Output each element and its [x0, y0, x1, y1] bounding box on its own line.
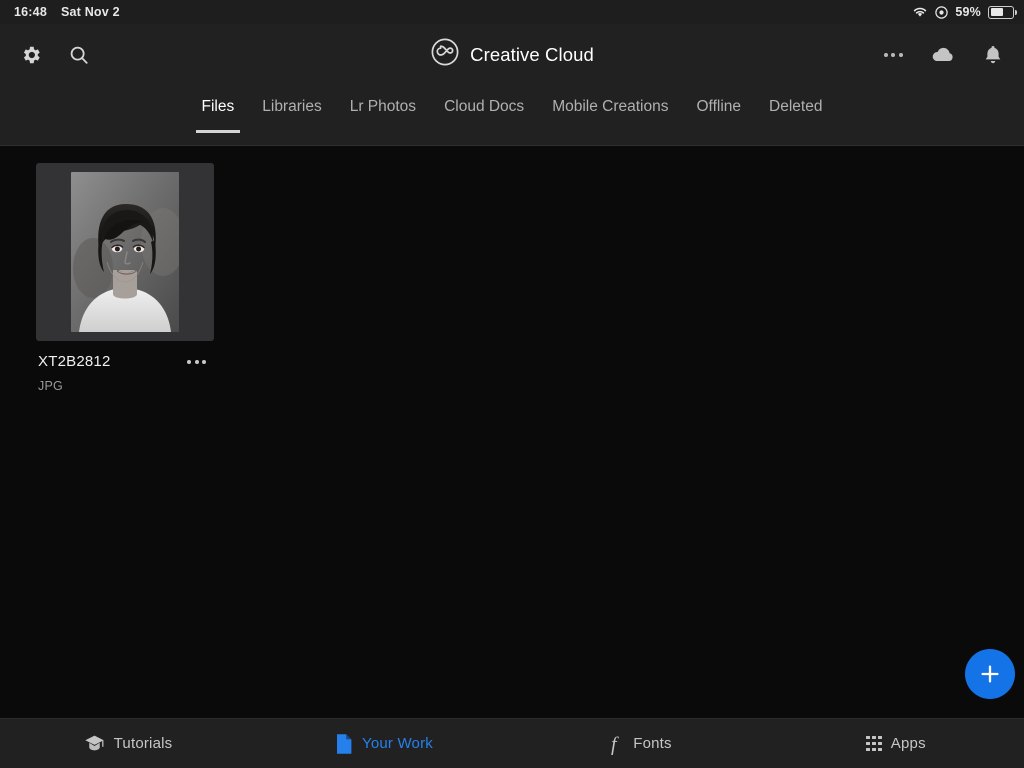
tab-lr-photos[interactable]: Lr Photos [336, 97, 430, 133]
tab-files[interactable]: Files [188, 97, 249, 133]
nav-item-apps[interactable]: Apps [768, 719, 1024, 768]
nav-item-fonts[interactable]: f Fonts [512, 719, 768, 768]
tab-label: Deleted [769, 98, 823, 115]
gear-icon[interactable] [16, 40, 46, 70]
tab-label: Lr Photos [349, 98, 417, 115]
file-thumbnail[interactable] [36, 163, 214, 341]
nav-label: Your Work [362, 735, 433, 752]
bell-icon[interactable] [978, 40, 1008, 70]
nav-item-tutorials[interactable]: Tutorials [0, 719, 256, 768]
tab-label: Offline [696, 98, 742, 115]
cloud-icon[interactable] [928, 40, 958, 70]
header-title-group: Creative Cloud [0, 37, 1024, 72]
status-bar-right: 59% [912, 5, 1017, 19]
creative-cloud-app: 16:48 Sat Nov 2 59% Creative Cloud Files… [0, 0, 1024, 768]
tab-label: Cloud Docs [444, 98, 525, 115]
status-bar-date: Sat Nov 2 [60, 5, 120, 19]
tab-libraries[interactable]: Libraries [248, 97, 335, 133]
battery-icon [988, 5, 1017, 19]
search-icon[interactable] [64, 40, 94, 70]
portrait-photo-thumbnail [71, 172, 179, 332]
svg-text:f: f [611, 733, 619, 755]
file-card[interactable]: XT2B2812 JPG [36, 163, 214, 393]
files-content-area: XT2B2812 JPG [0, 146, 1024, 718]
header-left-actions [16, 40, 94, 70]
file-more-icon[interactable] [181, 356, 212, 368]
status-bar-left: 16:48 Sat Nov 2 [14, 5, 120, 19]
font-f-icon: f [608, 733, 624, 755]
plus-icon [981, 665, 999, 683]
tab-cloud-docs[interactable]: Cloud Docs [430, 97, 538, 133]
rotation-lock-icon [935, 5, 949, 19]
creative-cloud-logo [430, 37, 460, 72]
status-bar-clock: 16:48 [14, 5, 47, 19]
tab-label: Libraries [262, 98, 322, 115]
tab-label: Files [201, 98, 235, 115]
nav-label: Fonts [633, 735, 672, 752]
file-type: JPG [38, 379, 63, 393]
header-right-actions [878, 40, 1008, 70]
nav-label: Tutorials [113, 735, 173, 752]
more-dots [883, 52, 903, 57]
add-button[interactable] [965, 649, 1015, 699]
page-title: Creative Cloud [470, 43, 594, 65]
system-status-bar: 16:48 Sat Nov 2 59% [0, 0, 1024, 24]
more-icon[interactable] [878, 40, 908, 70]
bottom-navigation-bar: Tutorials Your Work f Fonts Apps [0, 718, 1024, 768]
nav-item-your-work[interactable]: Your Work [256, 719, 512, 768]
nav-label: Apps [890, 735, 926, 752]
file-name: XT2B2812 [38, 353, 111, 370]
wifi-icon [912, 6, 928, 18]
tab-mobile-creations[interactable]: Mobile Creations [538, 97, 682, 133]
apps-grid-icon [866, 735, 882, 752]
app-header: Creative Cloud [0, 24, 1024, 85]
file-grid: XT2B2812 JPG [36, 163, 1024, 393]
document-icon [335, 733, 353, 755]
battery-percent-label: 59% [955, 5, 981, 19]
tab-label: Mobile Creations [552, 98, 669, 115]
graduation-cap-icon [84, 733, 105, 754]
tab-offline[interactable]: Offline [683, 97, 756, 133]
file-card-name-row: XT2B2812 [38, 353, 212, 370]
content-tab-bar: Files Libraries Lr Photos Cloud Docs Mob… [0, 85, 1024, 146]
file-card-meta: XT2B2812 JPG [36, 341, 214, 393]
tab-deleted[interactable]: Deleted [755, 97, 836, 133]
